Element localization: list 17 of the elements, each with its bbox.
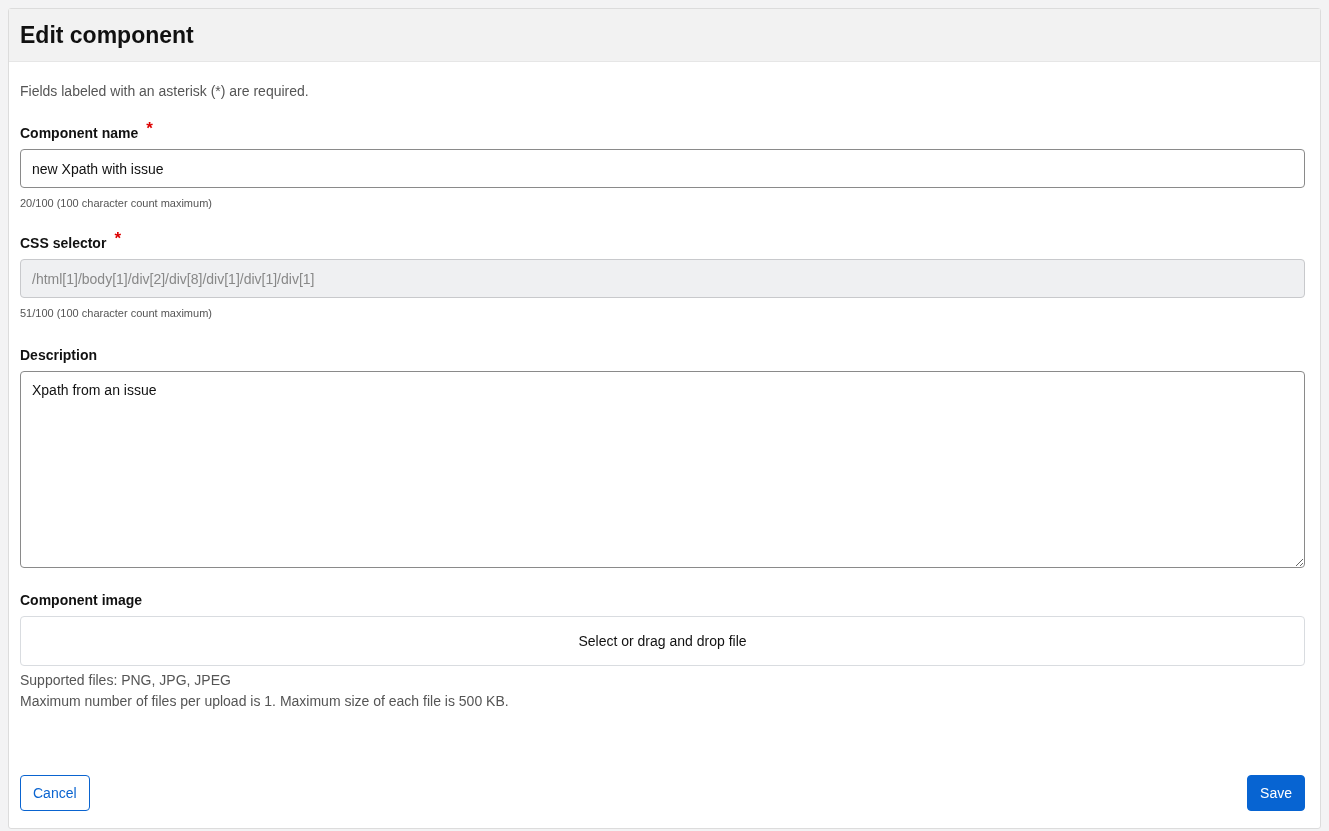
required-asterisk: * xyxy=(114,233,121,245)
file-upload-note: Maximum number of files per upload is 1. Maximum size of each file is 500 KB. xyxy=(20,693,510,709)
field-label: CSS selector xyxy=(20,235,107,251)
character-counter: 20/100 (100 character count maximum) xyxy=(20,197,213,209)
required-note: Fields labeled with an asterisk (*) are required. xyxy=(20,83,310,99)
save-button[interactable]: Save xyxy=(1247,775,1305,811)
field-label: Component image xyxy=(20,592,143,608)
field-label: Description xyxy=(20,347,97,363)
required-asterisk: * xyxy=(146,123,153,135)
text-input-field[interactable]: new Xpath with issue xyxy=(20,149,1305,188)
character-counter: 51/100 (100 character count maximum) xyxy=(20,307,213,319)
dialog-title: Edit component xyxy=(20,21,194,49)
description-textarea[interactable]: Xpath from an issue xyxy=(20,371,1305,568)
file-drop-zone[interactable]: Select or drag and drop file xyxy=(20,616,1305,666)
cancel-button[interactable]: Cancel xyxy=(20,775,90,811)
field-label: Component name xyxy=(20,125,139,141)
file-upload-note: Supported files: PNG, JPG, JPEG xyxy=(20,672,232,688)
